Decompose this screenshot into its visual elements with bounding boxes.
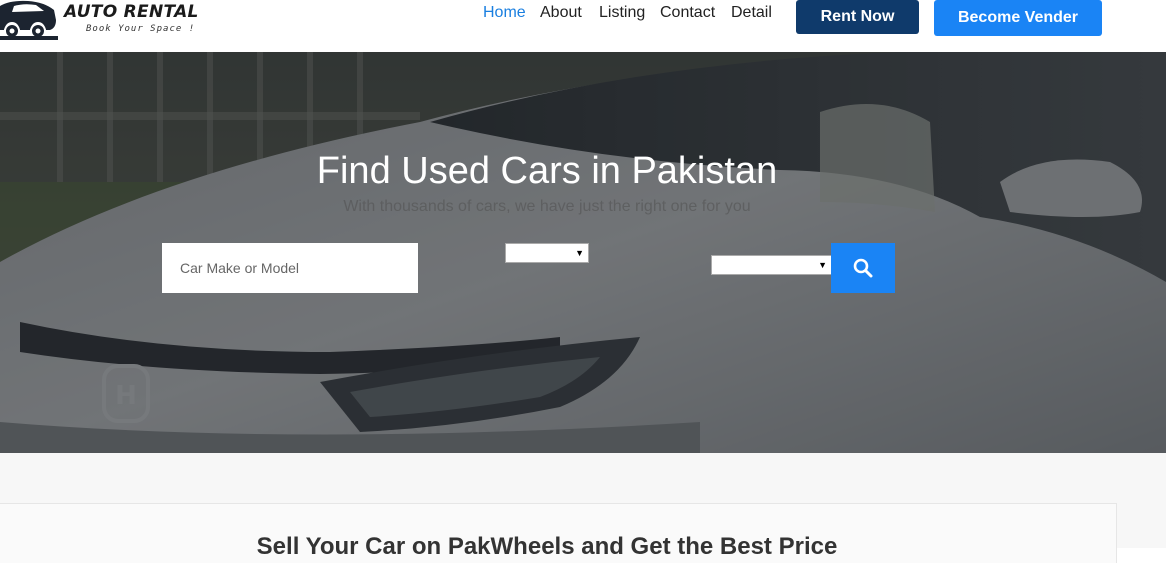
hero-subtitle: With thousands of cars, we have just the… [343, 198, 751, 215]
site-logo[interactable]: AUTO RENTAL Book Your Space ! [0, 0, 220, 40]
filter-select-1[interactable]: ▼ [505, 243, 589, 263]
hero-title: Find Used Cars in Pakistan [316, 150, 778, 192]
car-logo-icon [0, 0, 58, 40]
car-make-model-input[interactable] [162, 243, 418, 293]
filter-select-2[interactable]: ▼ [711, 255, 832, 275]
sell-section-title: Sell Your Car on PakWheels and Get the B… [256, 533, 838, 560]
hero-section: H Find Used Cars in Pakistan With thousa… [0, 52, 1166, 453]
nav-contact[interactable]: Contact [660, 4, 715, 24]
rent-now-button[interactable]: Rent Now [796, 0, 919, 34]
site-header: AUTO RENTAL Book Your Space ! Home About… [0, 0, 1166, 52]
search-button[interactable] [831, 243, 895, 293]
dropdown-caret-icon: ▼ [818, 260, 827, 270]
nav-home[interactable]: Home [483, 4, 526, 24]
dropdown-caret-icon: ▼ [575, 248, 584, 258]
nav-listing[interactable]: Listing [599, 4, 645, 24]
logo-tagline: Book Your Space ! [86, 24, 196, 34]
sell-section: Sell Your Car on PakWheels and Get the B… [0, 453, 1166, 563]
search-icon [853, 258, 873, 278]
nav-detail[interactable]: Detail [731, 4, 772, 24]
nav-about[interactable]: About [540, 4, 582, 24]
logo-title: AUTO RENTAL [64, 2, 199, 22]
become-vender-button[interactable]: Become Vender [934, 0, 1102, 36]
